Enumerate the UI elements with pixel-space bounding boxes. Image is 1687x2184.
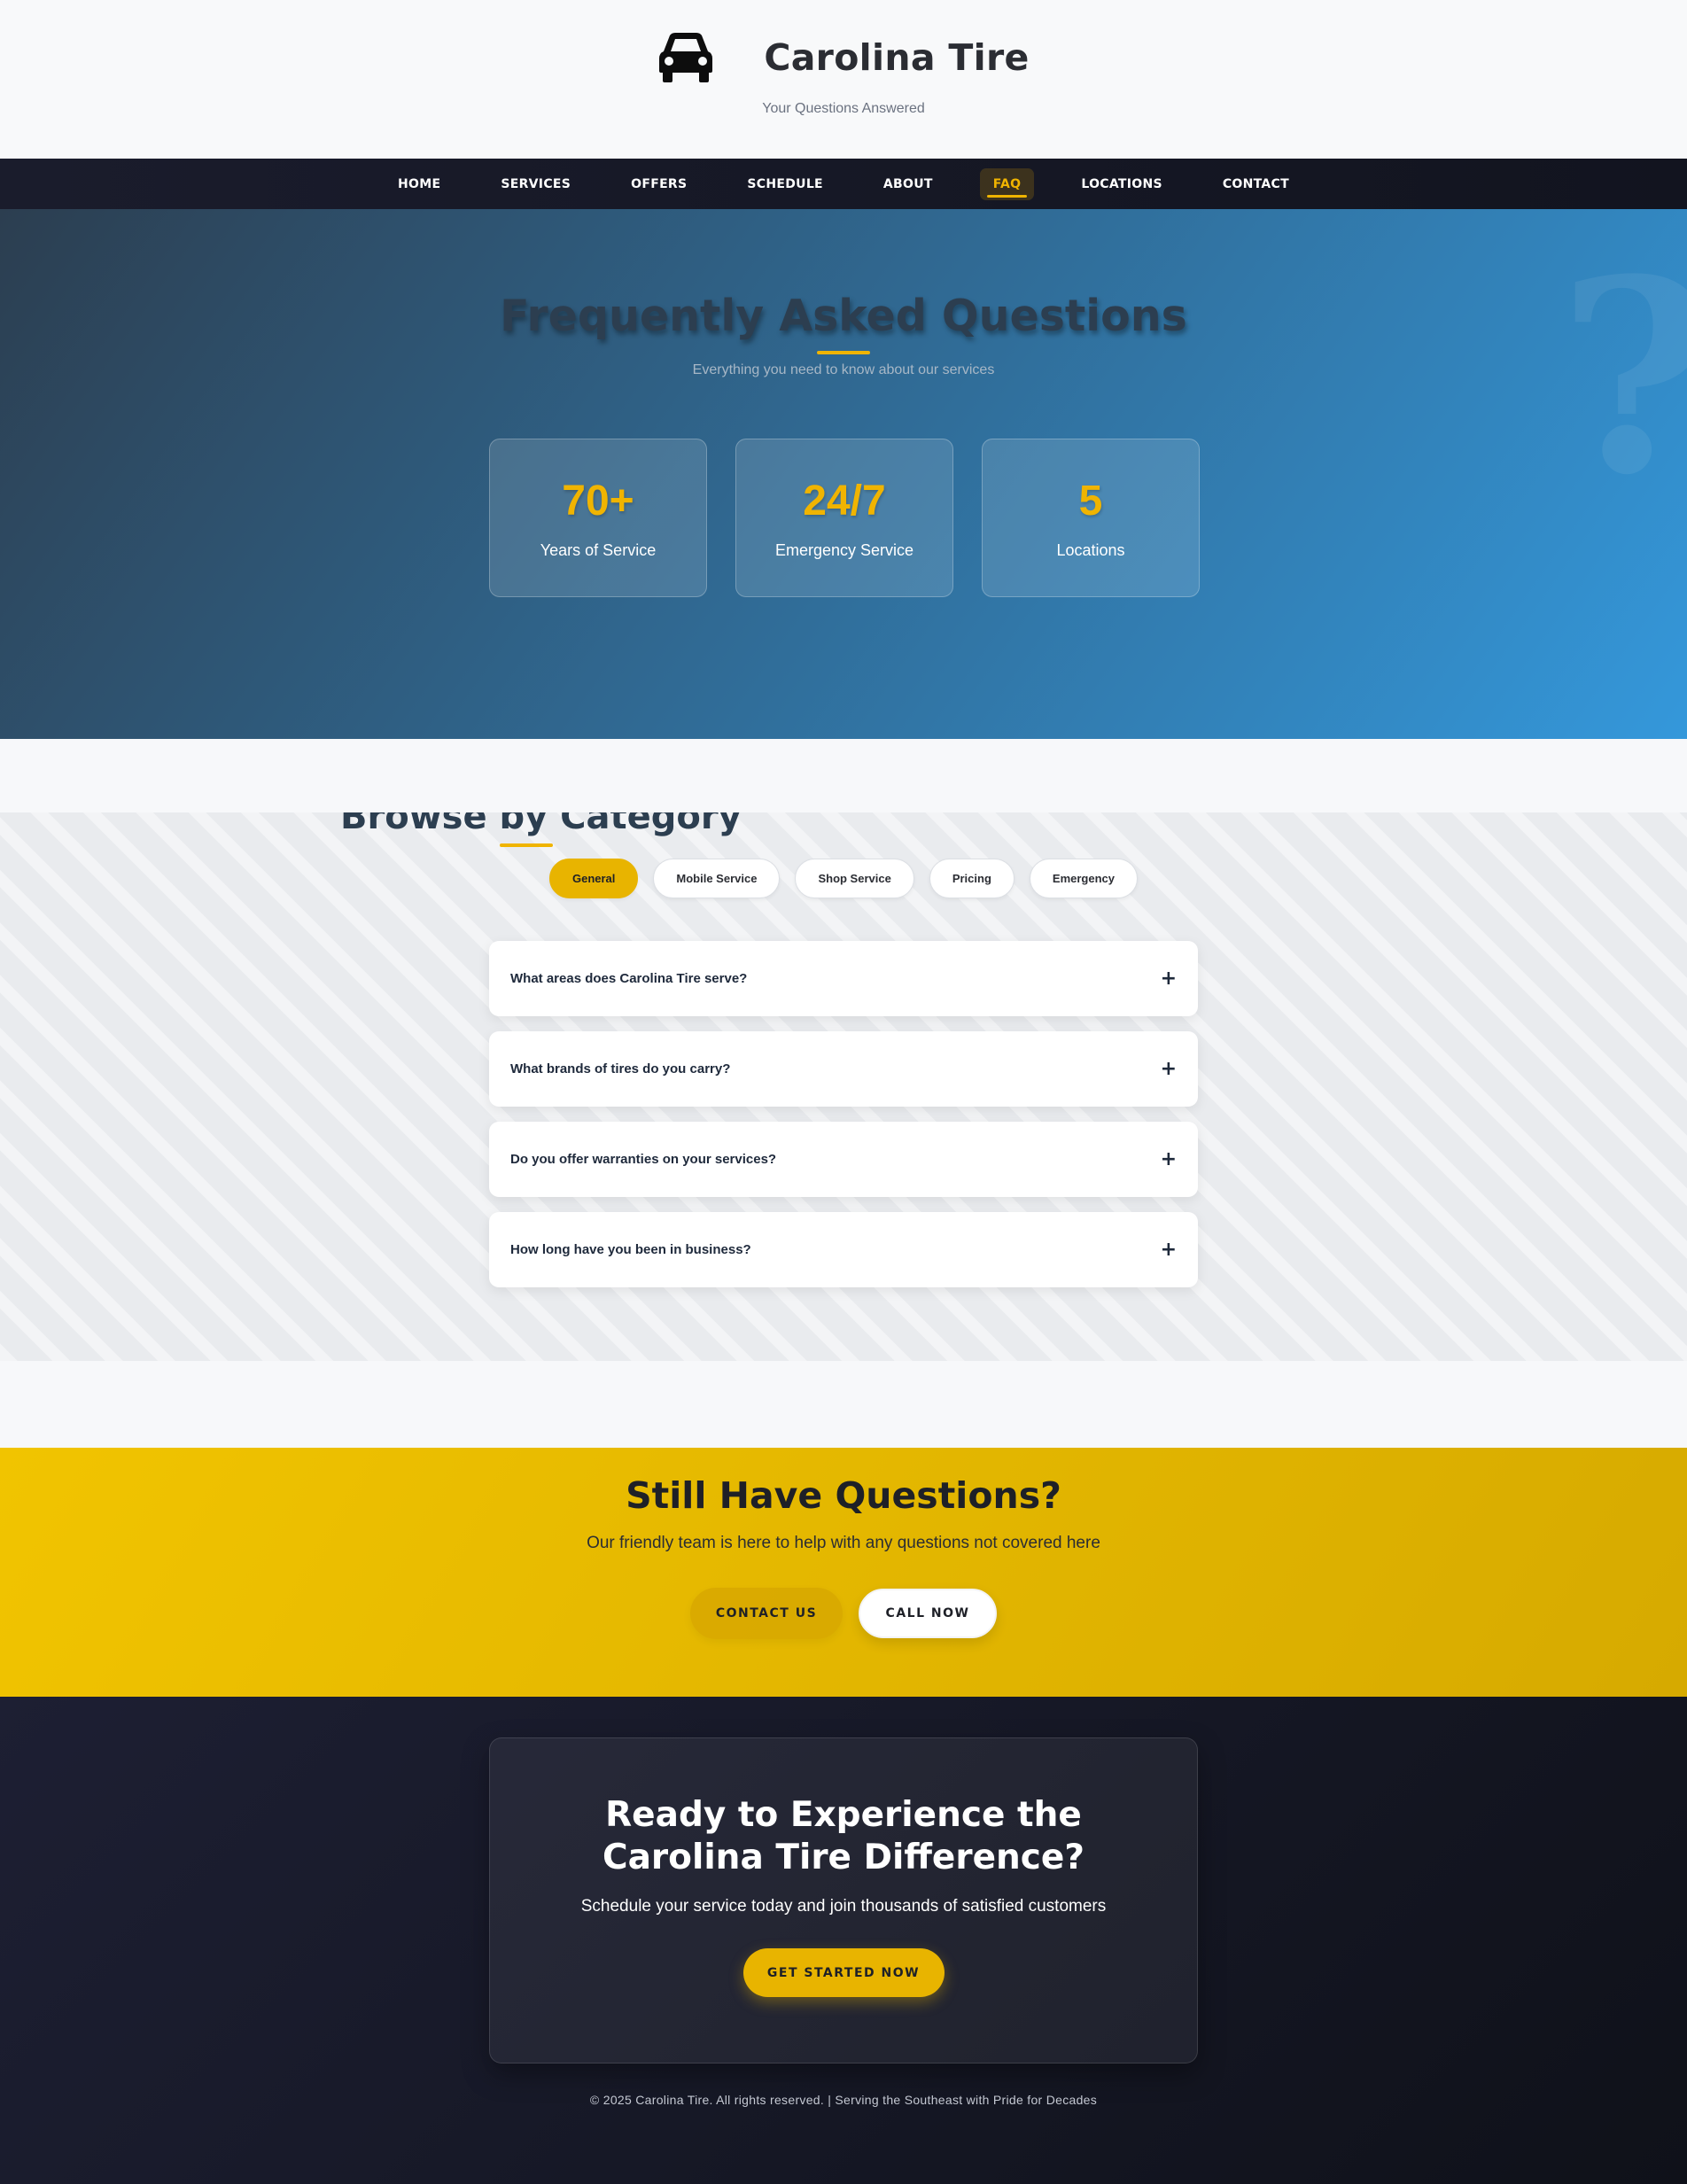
tab-shop-service[interactable]: Shop Service xyxy=(795,859,914,898)
plus-icon[interactable]: + xyxy=(1161,1148,1177,1170)
faq-question: Do you offer warranties on your services… xyxy=(510,1152,777,1167)
plus-icon[interactable]: + xyxy=(1161,1058,1177,1080)
tab-emergency[interactable]: Emergency xyxy=(1029,859,1138,898)
cta-title: Still Have Questions? xyxy=(626,1474,1061,1517)
nav-item-faq[interactable]: FAQ xyxy=(979,167,1035,200)
call-now-button[interactable]: CALL NOW xyxy=(859,1589,997,1638)
tab-general[interactable]: General xyxy=(548,859,639,898)
hero-section: ? Frequently Asked Questions Everything … xyxy=(0,209,1687,739)
nav-item-contact[interactable]: CONTACT xyxy=(1209,168,1302,200)
stat-number: 24/7 xyxy=(803,478,886,525)
car-icon xyxy=(659,33,713,82)
nav-item-offers[interactable]: OFFERS xyxy=(618,168,700,200)
site-tagline: Your Questions Answered xyxy=(762,101,925,116)
faq-item[interactable]: What brands of tires do you carry? + xyxy=(489,1031,1198,1107)
hero-title: Frequently Asked Questions xyxy=(500,291,1187,341)
category-title-underline xyxy=(500,843,553,847)
nav-item-schedule[interactable]: SCHEDULE xyxy=(734,168,836,200)
footer-cta-text: Schedule your service today and join tho… xyxy=(580,1897,1107,1916)
cta-section: Still Have Questions? Our friendly team … xyxy=(0,1448,1687,1697)
category-section: Browse by Category General Mobile Servic… xyxy=(0,812,1687,1361)
nav-item-services[interactable]: SERVICES xyxy=(487,168,584,200)
tab-mobile-service[interactable]: Mobile Service xyxy=(653,859,781,898)
copyright: © 2025 Carolina Tire. All rights reserve… xyxy=(589,2093,1098,2107)
stat-label: Years of Service xyxy=(540,541,657,559)
hero-title-underline xyxy=(817,351,870,354)
stat-card-years: 70+ Years of Service xyxy=(489,439,707,597)
stat-label: Locations xyxy=(1056,541,1125,559)
logo-row: Carolina Tire xyxy=(0,32,1687,83)
stat-number: 70+ xyxy=(562,478,634,525)
cta-text: Our friendly team is here to help with a… xyxy=(587,1534,1100,1552)
main-nav: HOME SERVICES OFFERS SCHEDULE ABOUT FAQ … xyxy=(0,159,1687,209)
hero-subtitle: Everything you need to know about our se… xyxy=(692,362,995,377)
faq-item[interactable]: How long have you been in business? + xyxy=(489,1212,1198,1287)
contact-us-button[interactable]: CONTACT US xyxy=(690,1588,843,1639)
faq-item[interactable]: What areas does Carolina Tire serve? + xyxy=(489,941,1198,1016)
faq-item[interactable]: Do you offer warranties on your services… xyxy=(489,1122,1198,1197)
cta-buttons: CONTACT US CALL NOW xyxy=(0,1588,1687,1639)
plus-icon[interactable]: + xyxy=(1161,1239,1177,1261)
tab-pricing[interactable]: Pricing xyxy=(929,859,1015,898)
faq-question: How long have you been in business? xyxy=(510,1242,751,1257)
stats-row: 70+ Years of Service 24/7 Emergency Serv… xyxy=(489,439,1200,597)
site-title[interactable]: Carolina Tire xyxy=(764,36,1029,79)
nav-item-home[interactable]: HOME xyxy=(385,168,454,200)
category-tabs: General Mobile Service Shop Service Pric… xyxy=(0,859,1687,898)
stat-card-locations: 5 Locations xyxy=(982,439,1200,597)
faq-question: What brands of tires do you carry? xyxy=(510,1061,731,1076)
site-header: Carolina Tire Your Questions Answered xyxy=(0,0,1687,159)
category-title: Browse by Category xyxy=(340,812,742,837)
faq-list: What areas does Carolina Tire serve? + W… xyxy=(489,941,1198,1287)
nav-item-locations[interactable]: LOCATIONS xyxy=(1068,168,1176,200)
site-footer: Ready to Experience the Carolina Tire Di… xyxy=(0,1697,1687,2184)
footer-cta-card: Ready to Experience the Carolina Tire Di… xyxy=(489,1737,1198,2064)
stat-card-emergency: 24/7 Emergency Service xyxy=(735,439,953,597)
plus-icon[interactable]: + xyxy=(1161,968,1177,990)
nav-item-about[interactable]: ABOUT xyxy=(870,168,946,200)
footer-cta-title: Ready to Experience the Carolina Tire Di… xyxy=(602,1795,1085,1877)
faq-question: What areas does Carolina Tire serve? xyxy=(510,971,748,986)
get-started-button[interactable]: GET STARTED NOW xyxy=(742,1948,945,1997)
stat-label: Emergency Service xyxy=(774,541,914,559)
stat-number: 5 xyxy=(1078,478,1103,525)
